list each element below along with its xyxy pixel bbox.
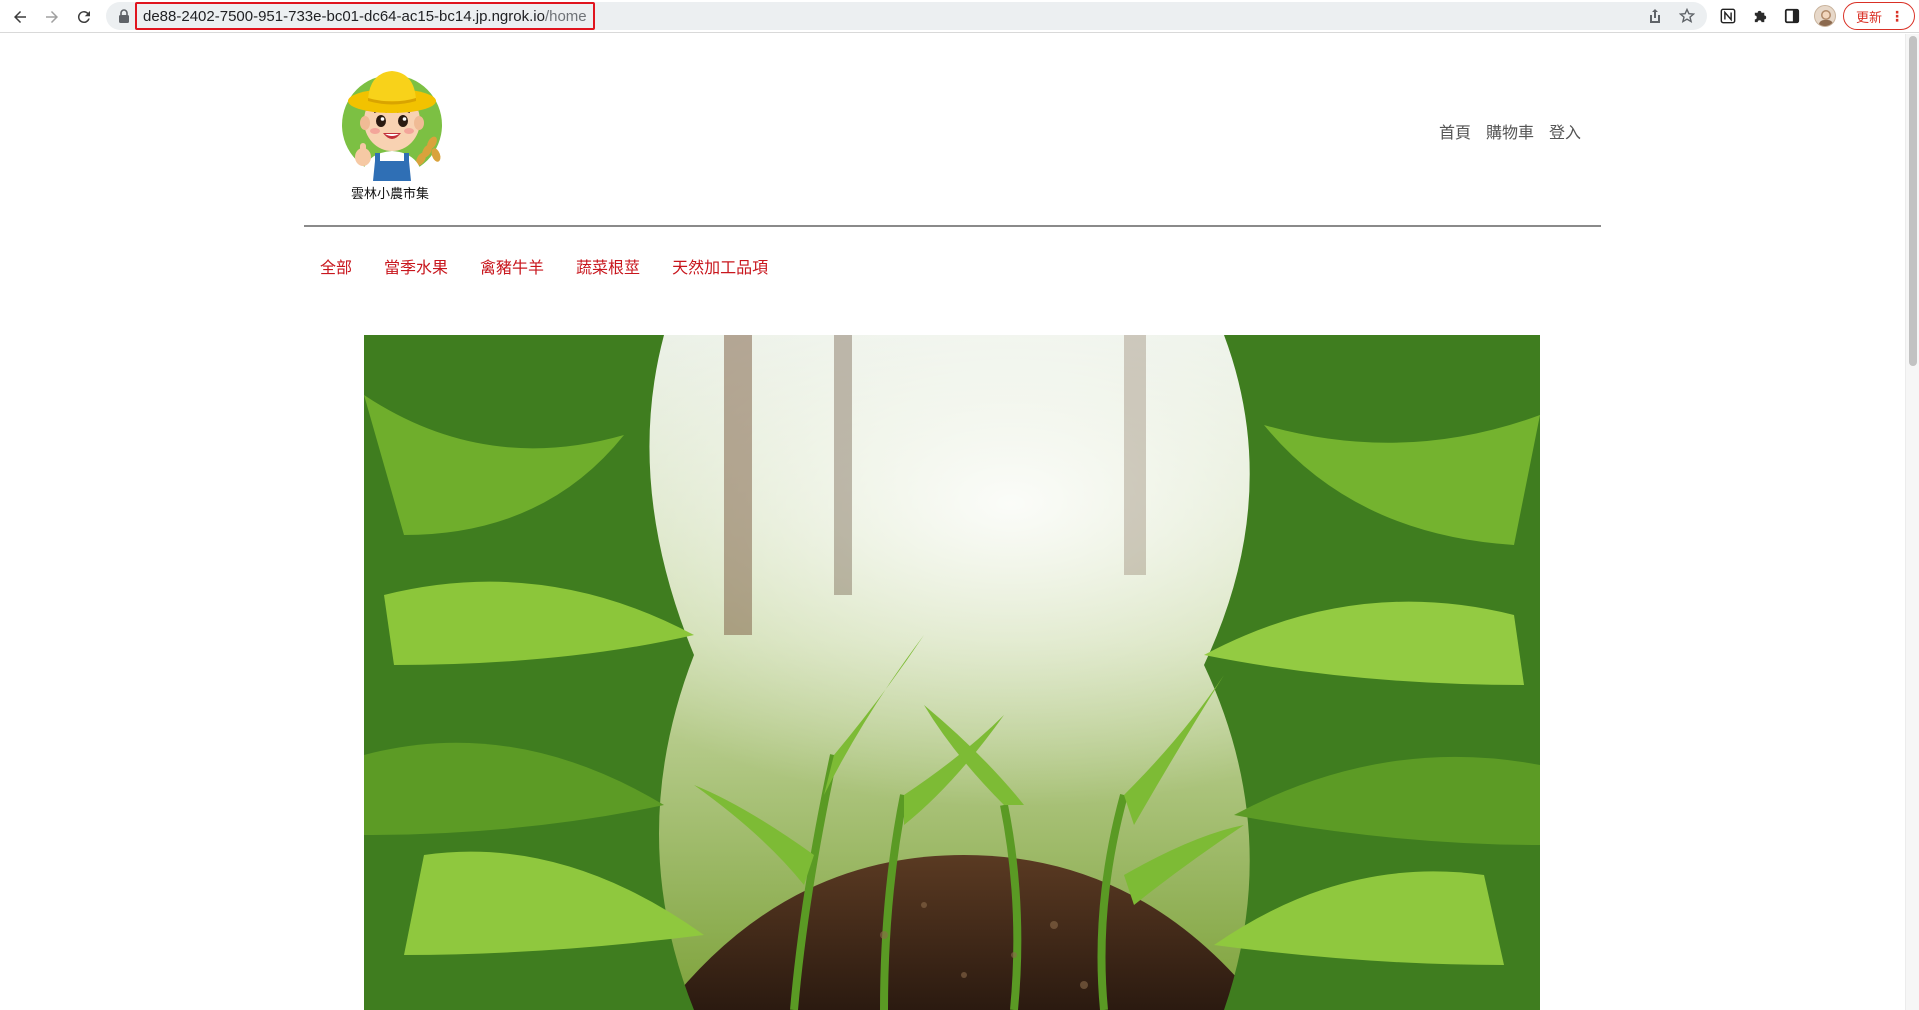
nav-login-link[interactable]: 登入	[1549, 119, 1581, 143]
category-seasonal-fruit[interactable]: 當季水果	[384, 254, 448, 278]
page-scrollbar[interactable]	[1905, 34, 1919, 1010]
sidepanel-icon[interactable]	[1783, 7, 1801, 25]
url-host: de88-2402-7500-951-733e-bc01-dc64-ac15-b…	[143, 7, 545, 25]
forward-arrow-icon[interactable]	[39, 4, 65, 30]
hero-image	[364, 335, 1540, 1010]
share-icon[interactable]	[1647, 8, 1663, 24]
corn-field-photo	[364, 335, 1540, 1010]
back-arrow-icon[interactable]	[7, 4, 33, 30]
nav-cart-link[interactable]: 購物車	[1486, 119, 1534, 143]
lock-icon[interactable]	[118, 9, 130, 23]
url-path: /home	[544, 7, 587, 25]
category-nav: 全部 當季水果 禽豬牛羊 蔬菜根莖 天然加工品項	[320, 254, 768, 278]
address-bar[interactable]: de88-2402-7500-951-733e-bc01-dc64-ac15-b…	[106, 2, 1707, 30]
browser-toolbar: de88-2402-7500-951-733e-bc01-dc64-ac15-b…	[0, 0, 1919, 33]
scrollbar-thumb[interactable]	[1909, 36, 1917, 366]
update-label: 更新	[1856, 9, 1883, 25]
category-processed-goods[interactable]: 天然加工品項	[672, 254, 768, 278]
kebab-menu-icon[interactable]: ⋮	[1890, 9, 1904, 23]
top-nav: 首頁 購物車 登入	[1439, 119, 1581, 143]
url-text[interactable]: de88-2402-7500-951-733e-bc01-dc64-ac15-b…	[135, 2, 595, 30]
category-vegetables[interactable]: 蔬菜根莖	[576, 254, 640, 278]
update-button[interactable]: 更新 ⋮	[1843, 2, 1915, 30]
nav-home-link[interactable]: 首頁	[1439, 119, 1471, 143]
category-meat[interactable]: 禽豬牛羊	[480, 254, 544, 278]
notion-icon[interactable]	[1719, 7, 1737, 25]
profile-avatar[interactable]	[1814, 5, 1836, 27]
site-header: 雲林小農市集 首頁 購物車 登入	[304, 34, 1601, 227]
logo-text: 雲林小農市集	[350, 187, 429, 202]
site-logo[interactable]: 雲林小農市集	[317, 65, 463, 205]
farmer-mascot-logo	[342, 71, 442, 181]
category-all[interactable]: 全部	[320, 254, 352, 278]
reload-icon[interactable]	[71, 4, 97, 30]
puzzle-icon[interactable]	[1751, 7, 1769, 25]
star-icon[interactable]	[1679, 8, 1695, 24]
